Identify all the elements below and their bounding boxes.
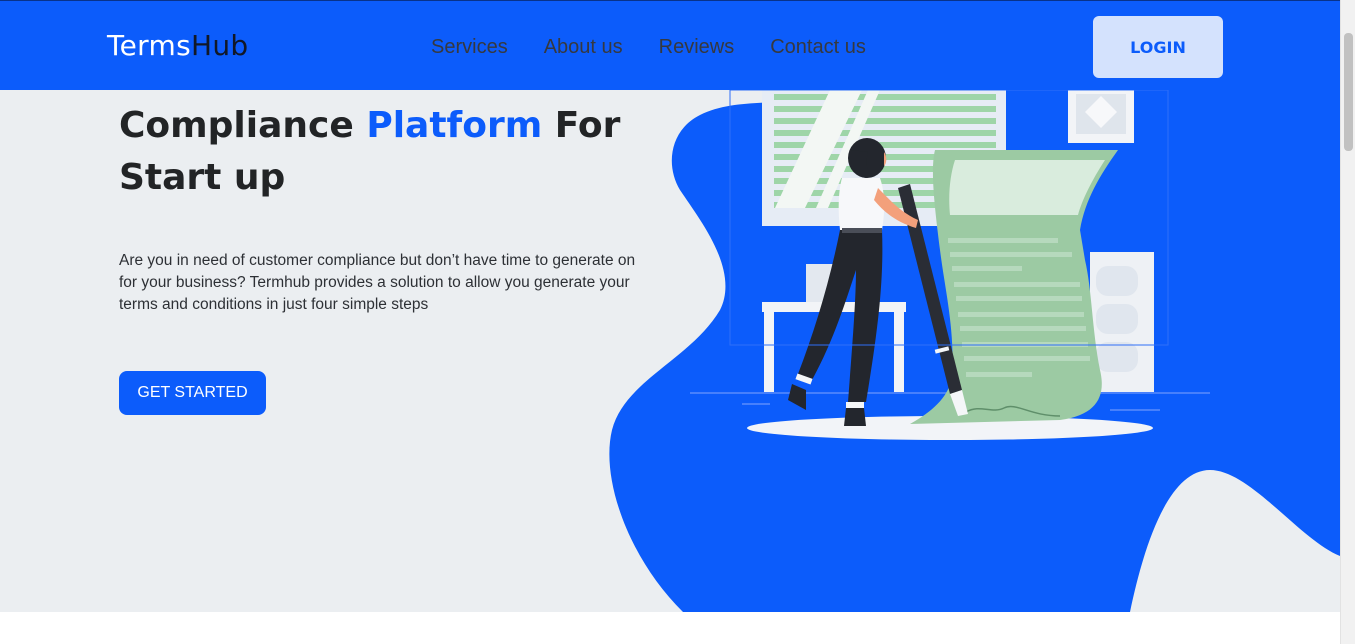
get-started-button[interactable]: GET STARTED	[119, 371, 266, 415]
hero-section: Compliance Platform For Start up Are you…	[0, 90, 1340, 612]
nav-link-reviews[interactable]: Reviews	[659, 33, 735, 61]
nav-link-about-us[interactable]: About us	[544, 33, 623, 61]
hero-title-accent: Platform	[366, 105, 543, 146]
nav-link-contact-us[interactable]: Contact us	[770, 33, 866, 61]
scrollbar-thumb[interactable]	[1344, 33, 1353, 151]
hero-title-part1: Compliance	[119, 105, 367, 146]
hero-description: Are you in need of customer compliance b…	[119, 252, 636, 313]
nav-link-services[interactable]: Services	[431, 33, 508, 61]
hero-title: Compliance Platform For Start up	[119, 100, 639, 204]
brand-logo-part2: Hub	[190, 29, 249, 62]
login-button[interactable]: LOGIN	[1093, 16, 1223, 78]
woman-shirt	[838, 178, 885, 230]
page-scrollbar[interactable]	[1340, 0, 1355, 644]
top-navbar: TermsHub Services About us Reviews Conta…	[0, 0, 1340, 90]
brand-logo[interactable]: TermsHub	[107, 29, 248, 63]
brand-logo-part1: Terms	[107, 29, 191, 62]
nav-links: Services About us Reviews Contact us	[431, 33, 866, 61]
